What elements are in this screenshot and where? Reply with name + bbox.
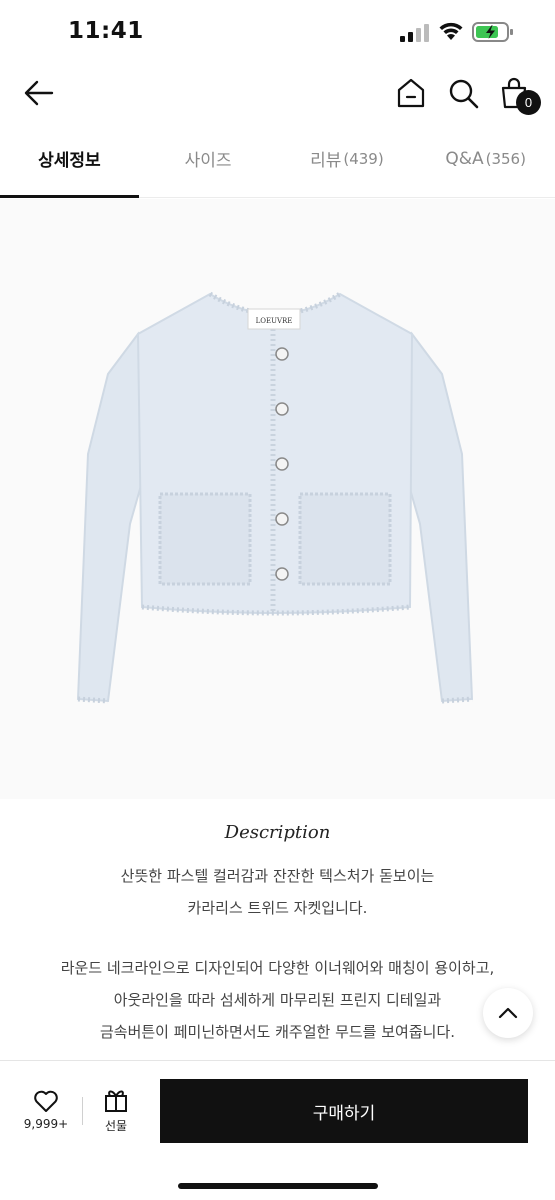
- description-paragraph: 산뜻한 파스텔 컬러감과 잔잔한 텍스처가 돋보이는 카라리스 트위드 자켓입니…: [20, 860, 535, 924]
- buy-button[interactable]: 구매하기: [160, 1079, 528, 1143]
- home-icon[interactable]: [394, 76, 428, 110]
- search-icon[interactable]: [446, 76, 480, 110]
- description-title: Description: [224, 822, 331, 843]
- tab-label: Q&A: [445, 148, 484, 169]
- cellular-signal-icon: [400, 24, 429, 42]
- description-line: 아웃라인을 따라 섬세하게 마무리된 프린지 디테일과: [113, 991, 442, 1009]
- description-line: 산뜻한 파스텔 컬러감과 잔잔한 텍스처가 돋보이는: [120, 867, 435, 885]
- gift-button[interactable]: 선물: [92, 1087, 140, 1147]
- tab-qna[interactable]: Q&A (356): [416, 128, 555, 197]
- product-image-area: LOEUVRE: [0, 199, 555, 799]
- description-line: 라운드 네크라인으로 디자인되어 다양한 이너웨어와 매칭이 용이하고,: [60, 959, 495, 977]
- tab-count: (439): [343, 149, 384, 168]
- chevron-up-icon: [498, 1007, 518, 1019]
- like-button[interactable]: 9,999+: [14, 1089, 78, 1149]
- wifi-icon: [439, 22, 463, 40]
- gift-icon: [105, 1090, 127, 1112]
- like-count: 9,999+: [23, 1117, 69, 1131]
- back-arrow-icon[interactable]: [22, 76, 56, 110]
- description-line: 금속버튼이 페미닌하면서도 캐주얼한 무드를 보여줍니다.: [99, 1023, 456, 1041]
- tab-label: 상세정보: [38, 151, 101, 171]
- home-indicator: [178, 1183, 378, 1189]
- cart-count-badge: 0: [516, 90, 541, 115]
- description-line: 카라리스 트위드 자켓입니다.: [187, 899, 368, 917]
- description-paragraph: 라운드 네크라인으로 디자인되어 다양한 이너웨어와 매칭이 용이하고, 아웃라…: [20, 952, 535, 1048]
- tab-details[interactable]: 상세정보: [0, 128, 139, 198]
- status-bar: 11:41: [0, 0, 555, 66]
- bottom-action-bar: 9,999+ 선물 구매하기: [0, 1060, 555, 1200]
- top-nav-bar: 0: [0, 66, 555, 126]
- tab-count: (356): [485, 149, 526, 168]
- cart-button[interactable]: 0: [496, 74, 546, 118]
- battery-icon: [472, 22, 513, 42]
- product-image: LOEUVRE: [76, 291, 474, 704]
- divider: [82, 1097, 83, 1125]
- tab-label: 리뷰: [310, 151, 342, 171]
- gift-label: 선물: [104, 1119, 128, 1133]
- scroll-to-top-button[interactable]: [483, 988, 533, 1038]
- brand-tag-text: LOEUVRE: [256, 317, 293, 325]
- heart-icon: [34, 1090, 58, 1112]
- tab-reviews[interactable]: 리뷰 (439): [278, 128, 417, 197]
- status-time: 11:41: [68, 18, 144, 44]
- tab-size[interactable]: 사이즈: [139, 128, 278, 197]
- product-tabs: 상세정보 사이즈 리뷰 (439) Q&A (356): [0, 128, 555, 198]
- tab-label: 사이즈: [184, 151, 232, 171]
